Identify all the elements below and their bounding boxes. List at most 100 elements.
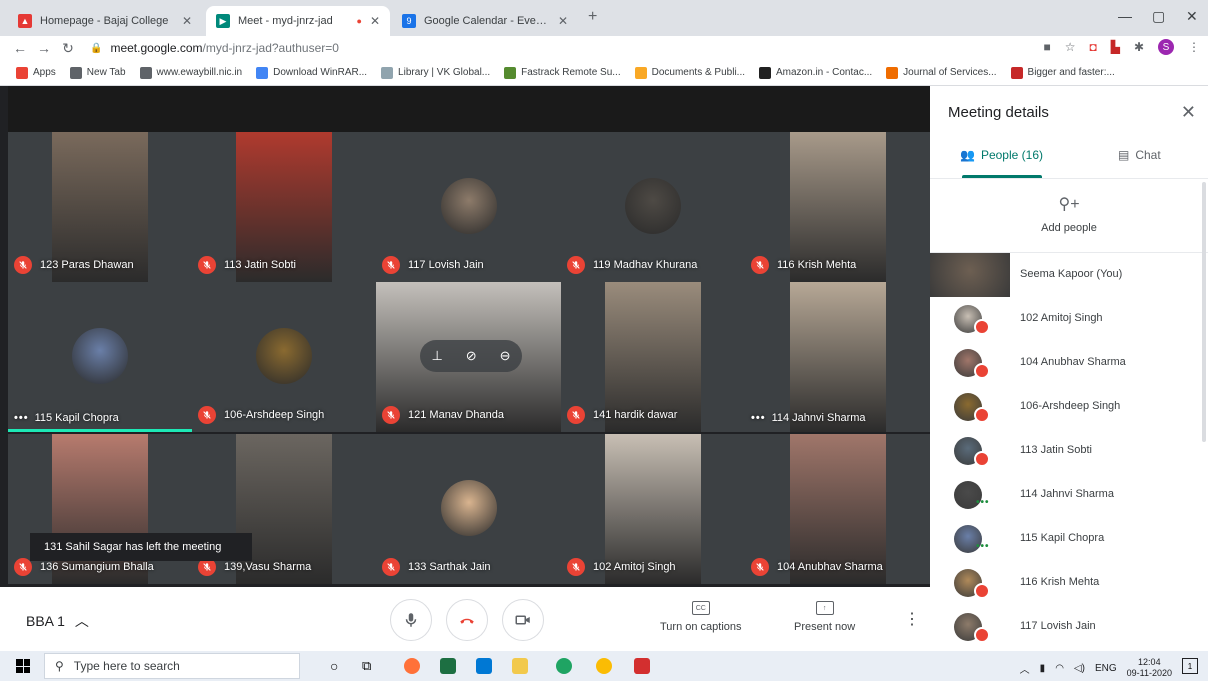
bookmark-item[interactable]: Download WinRAR... xyxy=(256,66,368,79)
participant-tile[interactable]: 113 Jatin Sobti xyxy=(192,132,376,282)
participant-row[interactable]: 113 Jatin Sobti xyxy=(930,429,1208,473)
menu-icon[interactable]: ⋮ xyxy=(1188,40,1200,54)
participant-tile[interactable]: 106-Arshdeep Singh xyxy=(192,282,376,432)
notification-center-icon[interactable]: 1 xyxy=(1182,658,1198,674)
bookmark-item[interactable]: Fastrack Remote Su... xyxy=(504,66,621,79)
new-tab-button[interactable]: + xyxy=(588,8,597,26)
close-icon[interactable]: ✕ xyxy=(1181,102,1196,123)
task-view-icon[interactable]: ⧉ xyxy=(362,658,371,674)
bookmark-item[interactable]: New Tab xyxy=(69,66,126,79)
windows-start-icon[interactable] xyxy=(16,659,30,673)
reload-button[interactable]: ↻ xyxy=(56,40,80,57)
close-icon[interactable]: ✕ xyxy=(182,14,192,28)
participant-tile[interactable]: 141 hardik dawar xyxy=(561,282,745,432)
participant-label: 116 Krish Mehta xyxy=(751,256,856,274)
bookmark-item[interactable]: Documents & Publi... xyxy=(634,66,745,79)
mic-off-icon xyxy=(567,558,585,576)
chevron-up-icon[interactable]: ︿ xyxy=(1020,661,1030,676)
microphone-button[interactable] xyxy=(390,599,432,641)
participant-tile[interactable]: 102 Amitoj Singh xyxy=(561,434,745,584)
participant-tile[interactable]: 121 Manav Dhanda ⊥ ⊘ ⊖ xyxy=(376,282,561,432)
scrollbar[interactable] xyxy=(1202,182,1206,442)
participant-row[interactable]: 104 Anubhav Sharma xyxy=(930,341,1208,385)
pin-icon[interactable]: ⊥ xyxy=(431,348,442,364)
participant-tile[interactable]: 119 Madhav Khurana xyxy=(561,132,745,282)
participant-tile[interactable]: ••• 115 Kapil Chopra xyxy=(8,282,192,432)
url-field[interactable]: 🔒 meet.google.com/myd-jnrz-jad?authuser=… xyxy=(90,41,339,55)
mic-off-icon xyxy=(974,363,990,379)
close-icon[interactable]: ✕ xyxy=(558,14,568,28)
left-meeting-toast: 131 Sahil Sagar has left the meeting xyxy=(30,533,252,561)
participant-row[interactable]: 106-Arshdeep Singh xyxy=(930,385,1208,429)
participant-row[interactable]: Seema Kapoor (You) xyxy=(930,253,1208,297)
pocket-icon[interactable]: ◘ xyxy=(1089,40,1096,54)
participant-tile[interactable]: 116 Krish Mehta xyxy=(745,132,930,282)
participant-row[interactable]: ••• 115 Kapil Chopra xyxy=(930,517,1208,561)
leave-call-button[interactable] xyxy=(446,599,488,641)
bookmark-label: Download WinRAR... xyxy=(273,67,368,78)
tab-bajaj-college[interactable]: ▲ Homepage - Bajaj College ✕ xyxy=(8,6,202,36)
participant-tile[interactable]: 133 Sarthak Jain xyxy=(376,434,561,584)
participant-row[interactable]: 116 Krish Mehta xyxy=(930,561,1208,605)
bookmark-item[interactable]: Bigger and faster:... xyxy=(1010,66,1115,79)
participant-row[interactable]: 102 Amitoj Singh xyxy=(930,297,1208,341)
meeting-details-toggle[interactable]: BBA 1 ︿ xyxy=(26,611,89,631)
chrome-icon[interactable] xyxy=(596,658,612,674)
add-people-button[interactable]: ⚲+ Add people xyxy=(930,194,1208,234)
bookmark-icon xyxy=(139,66,152,79)
wifi-icon[interactable]: ◠ xyxy=(1055,663,1064,674)
bookmark-item[interactable]: Library | VK Global... xyxy=(381,66,490,79)
participant-row[interactable]: 117 Lovish Jain xyxy=(930,605,1208,649)
tab-meet[interactable]: ▶ Meet - myd-jnrz-jad ● ✕ xyxy=(206,6,390,36)
participant-tile[interactable]: 136 Sumangium Bhalla xyxy=(8,434,192,584)
firefox-icon[interactable] xyxy=(404,658,420,674)
cortana-icon[interactable]: ○ xyxy=(330,658,338,674)
camera-button[interactable] xyxy=(502,599,544,641)
taskbar-search[interactable]: ⚲ Type here to search xyxy=(44,653,300,679)
volume-icon[interactable]: ◁) xyxy=(1074,663,1085,674)
bookmark-icon xyxy=(886,66,899,79)
back-button[interactable]: ← xyxy=(8,40,32,56)
extensions-icon[interactable]: ✱ xyxy=(1134,40,1144,54)
participant-tile[interactable]: 117 Lovish Jain xyxy=(376,132,561,282)
present-label: Present now xyxy=(794,621,856,633)
maximize-button[interactable]: ▢ xyxy=(1152,8,1165,25)
participant-label: ••• 114 Jahnvi Sharma xyxy=(751,412,866,424)
present-now-button[interactable]: ↑ Present now xyxy=(794,601,855,633)
forward-button[interactable]: → xyxy=(32,40,56,56)
tab-google-calendar[interactable]: 9 Google Calendar - Event details ✕ xyxy=(392,6,578,36)
captions-button[interactable]: CC Turn on captions xyxy=(660,601,742,633)
participant-avatar xyxy=(625,178,681,234)
bookmark-item[interactable]: Amazon.in - Contac... xyxy=(759,66,872,79)
pdf-extension-icon[interactable]: ▙ xyxy=(1111,40,1120,54)
mute-participant-icon[interactable]: ⊘ xyxy=(466,348,477,364)
participant-row[interactable]: ••• 114 Jahnvi Sharma xyxy=(930,473,1208,517)
profile-avatar[interactable]: S xyxy=(1158,39,1174,55)
star-icon[interactable]: ☆ xyxy=(1065,40,1076,54)
outlook-icon[interactable] xyxy=(476,658,492,674)
tab-people[interactable]: 👥 People (16) xyxy=(960,148,1043,162)
camera-icon[interactable]: ■ xyxy=(1043,40,1050,54)
edge-icon[interactable] xyxy=(556,658,572,674)
bookmark-item[interactable]: Journal of Services... xyxy=(886,66,997,79)
excel-icon[interactable] xyxy=(440,658,456,674)
minimize-button[interactable]: — xyxy=(1118,8,1132,24)
tab-chat[interactable]: ▤ Chat xyxy=(1118,148,1161,162)
close-window-button[interactable]: ✕ xyxy=(1186,8,1198,25)
participant-tile[interactable]: 139,Vasu Sharma xyxy=(192,434,376,584)
participant-video xyxy=(790,282,886,432)
mic-tray-icon[interactable]: ▮ xyxy=(1040,663,1046,674)
close-icon[interactable]: ✕ xyxy=(370,14,380,28)
bookmark-icon xyxy=(504,66,517,79)
remove-participant-icon[interactable]: ⊖ xyxy=(500,348,511,364)
participant-tile[interactable]: 123 Paras Dhawan xyxy=(8,132,192,282)
participant-tile[interactable]: ••• 114 Jahnvi Sharma xyxy=(745,282,930,432)
clock[interactable]: 12:04 09-11-2020 xyxy=(1127,657,1172,679)
acrobat-icon[interactable] xyxy=(634,658,650,674)
participant-tile[interactable]: 104 Anubhav Sharma xyxy=(745,434,930,584)
language-indicator[interactable]: ENG xyxy=(1095,663,1117,674)
more-options-icon[interactable]: ⋮ xyxy=(904,609,920,629)
bookmark-item[interactable]: www.ewaybill.nic.in xyxy=(139,66,242,79)
bookmark-item[interactable]: Apps xyxy=(16,66,56,79)
file-explorer-icon[interactable] xyxy=(512,658,528,674)
